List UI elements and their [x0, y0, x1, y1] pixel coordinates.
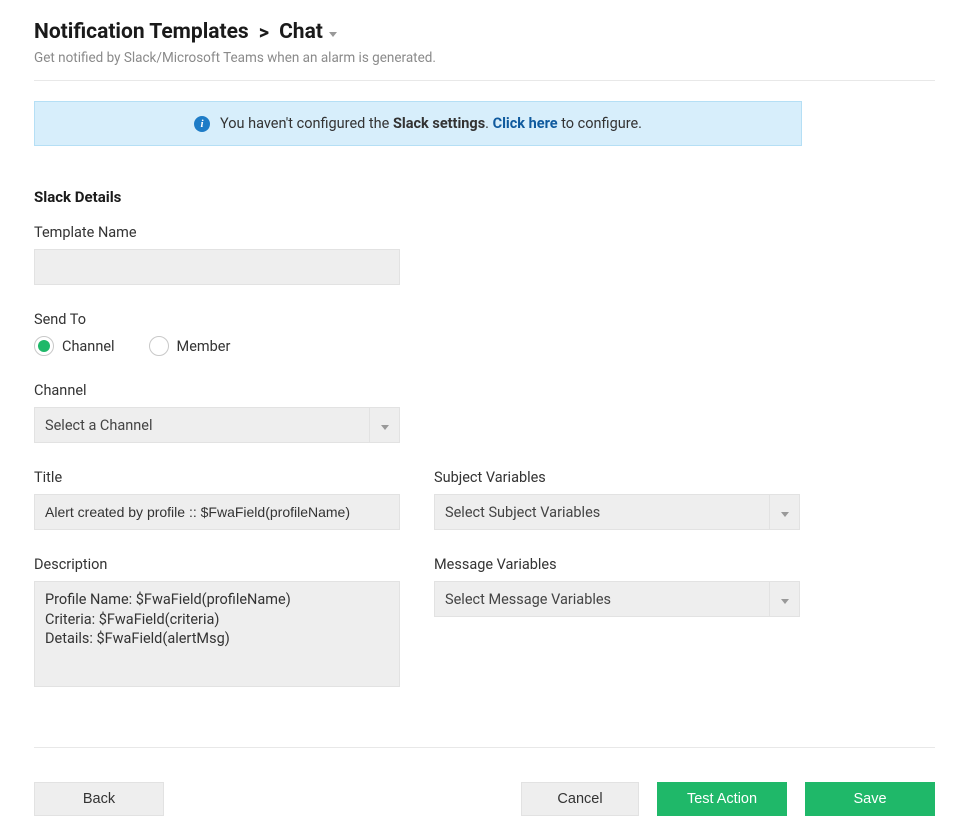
footer-buttons: Back Cancel Test Action Save — [34, 782, 935, 816]
chevron-down-icon — [781, 599, 789, 604]
send-to-member-radio[interactable]: Member — [149, 336, 231, 356]
info-icon: i — [194, 116, 210, 132]
channel-label: Channel — [34, 382, 935, 399]
channel-select[interactable]: Select a Channel — [34, 407, 400, 443]
radio-selected-icon — [34, 336, 54, 356]
subject-variables-label: Subject Variables — [434, 469, 800, 486]
save-button[interactable]: Save — [805, 782, 935, 816]
breadcrumb: Notification Templates > Chat — [34, 20, 935, 44]
description-textarea[interactable] — [34, 581, 400, 687]
footer-divider — [34, 747, 935, 748]
banner-link[interactable]: Click here — [493, 115, 558, 132]
banner-bold: Slack settings — [393, 115, 485, 132]
description-field: Description — [34, 556, 400, 691]
banner-text: You haven't configured the Slack setting… — [220, 115, 642, 132]
subject-variables-select[interactable]: Select Subject Variables — [434, 494, 800, 530]
send-to-member-label: Member — [177, 338, 231, 355]
send-to-channel-label: Channel — [62, 338, 115, 355]
channel-select-text: Select a Channel — [35, 408, 369, 442]
message-variables-select-text: Select Message Variables — [435, 582, 769, 616]
description-label: Description — [34, 556, 400, 573]
channel-field: Channel Select a Channel — [34, 382, 935, 443]
channel-select-arrow — [369, 408, 399, 442]
send-to-field: Send To Channel Member — [34, 311, 935, 356]
back-button[interactable]: Back — [34, 782, 164, 816]
breadcrumb-current-label: Chat — [279, 20, 323, 44]
chevron-down-icon — [381, 425, 389, 430]
send-to-label: Send To — [34, 311, 935, 328]
message-variables-select[interactable]: Select Message Variables — [434, 581, 800, 617]
test-action-button[interactable]: Test Action — [657, 782, 787, 816]
send-to-channel-radio[interactable]: Channel — [34, 336, 115, 356]
config-warning-banner: i You haven't configured the Slack setti… — [34, 101, 802, 146]
banner-prefix: You haven't configured the — [220, 115, 393, 132]
cancel-button[interactable]: Cancel — [521, 782, 639, 816]
header-divider — [34, 80, 935, 81]
chevron-down-icon — [329, 32, 337, 37]
message-variables-select-arrow — [769, 582, 799, 616]
banner-period: . — [485, 115, 492, 132]
message-variables-field: Message Variables Select Message Variabl… — [434, 556, 800, 617]
template-name-label: Template Name — [34, 224, 935, 241]
subject-variables-field: Subject Variables Select Subject Variabl… — [434, 469, 800, 530]
subject-variables-select-text: Select Subject Variables — [435, 495, 769, 529]
message-variables-label: Message Variables — [434, 556, 800, 573]
chevron-down-icon — [781, 512, 789, 517]
section-title: Slack Details — [34, 188, 935, 206]
banner-suffix: to configure. — [558, 115, 642, 132]
breadcrumb-root[interactable]: Notification Templates — [34, 20, 249, 44]
radio-unselected-icon — [149, 336, 169, 356]
title-label: Title — [34, 469, 400, 486]
title-input[interactable] — [34, 494, 400, 530]
template-name-field: Template Name — [34, 224, 935, 285]
template-name-input[interactable] — [34, 249, 400, 285]
page-subtitle: Get notified by Slack/Microsoft Teams wh… — [34, 50, 935, 66]
breadcrumb-current[interactable]: Chat — [279, 20, 337, 44]
title-field: Title — [34, 469, 400, 530]
subject-variables-select-arrow — [769, 495, 799, 529]
breadcrumb-separator: > — [259, 20, 269, 44]
